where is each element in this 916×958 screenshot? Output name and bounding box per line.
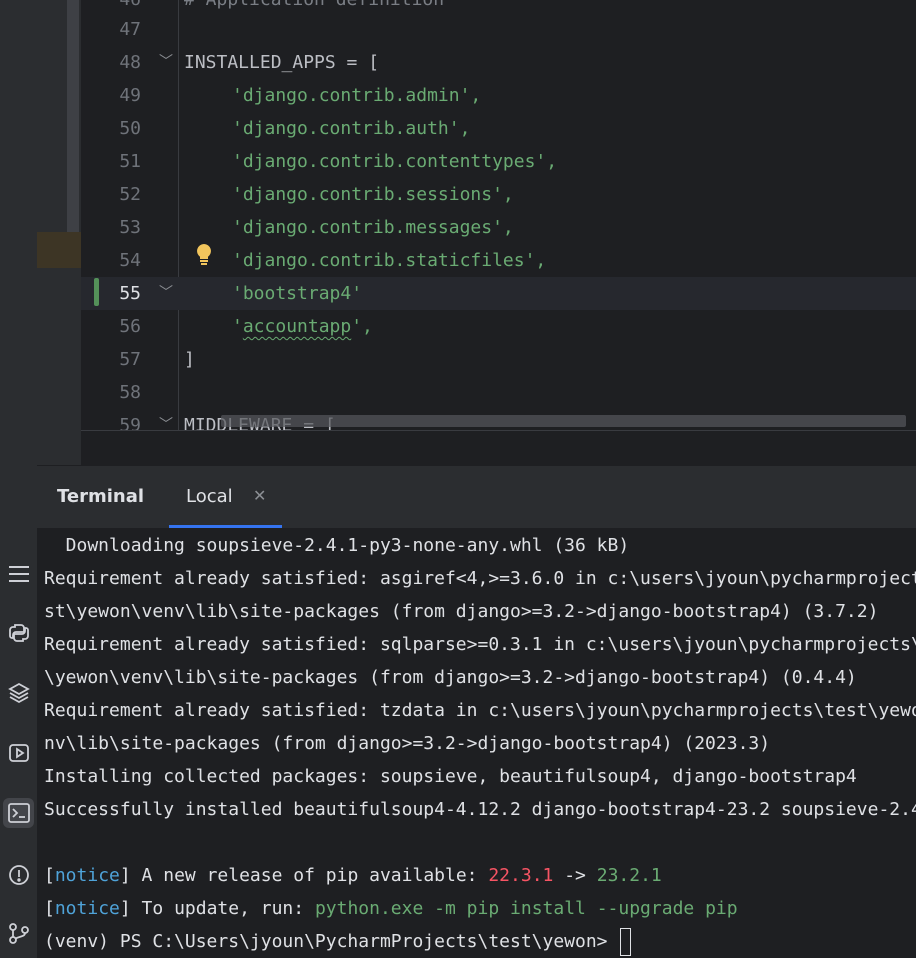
code-area[interactable]: 46# Application definition 47 48﹀INSTALL… <box>81 0 916 430</box>
code-line: 57] <box>119 349 195 370</box>
terminal-output[interactable]: Downloading soupsieve-2.4.1-py3-none-any… <box>37 528 916 958</box>
code-line-current: 55 ﹀'bootstrap4' <box>81 277 916 310</box>
code-line: 51'django.contrib.contenttypes', <box>119 151 558 172</box>
structure-icon[interactable] <box>0 559 37 589</box>
text-cursor <box>620 928 632 956</box>
typo-underline: accountapp <box>242 316 352 337</box>
terminal-line: nv\lib\site-packages (from django>=3.2->… <box>44 733 771 754</box>
code-line: 49'django.contrib.admin', <box>119 85 482 106</box>
code-line: 50'django.contrib.auth', <box>119 118 471 139</box>
code-line: 47 <box>119 19 141 40</box>
terminal-line: \yewon\venv\lib\site-packages (from djan… <box>44 667 857 688</box>
terminal-line: Requirement already satisfied: tzdata in… <box>44 700 916 721</box>
editor-bottom-area <box>81 430 916 465</box>
terminal-line: Requirement already satisfied: asgiref<4… <box>44 568 916 589</box>
problems-icon[interactable] <box>0 860 37 890</box>
modified-line-marker <box>94 278 99 306</box>
code-line: 48 ﹀ INSTALLED_APPS = [ <box>81 46 916 79</box>
code-editor[interactable]: 46# Application definition 47 48﹀INSTALL… <box>37 0 916 465</box>
fold-icon[interactable]: ﹀ <box>159 409 173 430</box>
terminal-icon[interactable] <box>3 798 34 828</box>
terminal-notice-line: [notice] To update, run: python.exe -m p… <box>44 898 738 919</box>
terminal-title: Terminal <box>57 486 145 507</box>
terminal-prompt[interactable]: (venv) PS C:\Users\jyoun\PycharmProjects… <box>44 925 632 958</box>
layers-icon[interactable] <box>0 678 37 708</box>
tab-local-label: Local <box>186 486 233 507</box>
code-line: 52'django.contrib.sessions', <box>119 184 514 205</box>
code-line: 53'django.contrib.messages', <box>119 217 514 238</box>
git-icon[interactable] <box>0 918 37 948</box>
lightbulb-icon[interactable] <box>194 242 216 266</box>
horizontal-scrollbar[interactable] <box>221 415 906 427</box>
terminal-line: st\yewon\venv\lib\site-packages (from dj… <box>44 601 879 622</box>
code-line: 56'accountapp', <box>119 316 373 337</box>
vertical-scrollbar[interactable] <box>67 0 79 242</box>
terminal-line: Installing collected packages: soupsieve… <box>44 766 857 787</box>
code-line: 58 <box>119 382 141 403</box>
fold-icon[interactable]: ﹀ <box>159 277 173 310</box>
close-icon[interactable]: ✕ <box>253 486 266 505</box>
tab-local[interactable]: Local ✕ <box>169 466 282 528</box>
terminal-header: Terminal Local ✕ <box>37 465 916 529</box>
terminal-line: Successfully installed beautifulsoup4-4.… <box>44 799 916 820</box>
terminal-notice-line: [notice] A new release of pip available:… <box>44 865 662 886</box>
run-icon[interactable] <box>0 738 37 768</box>
terminal-line: Requirement already satisfied: sqlparse>… <box>44 634 916 655</box>
warning-marker <box>37 232 81 268</box>
python-console-icon[interactable] <box>0 618 37 648</box>
fold-icon[interactable]: ﹀ <box>159 46 173 79</box>
left-tool-window-bar <box>0 0 38 958</box>
terminal-line: Downloading soupsieve-2.4.1-py3-none-any… <box>44 535 630 556</box>
